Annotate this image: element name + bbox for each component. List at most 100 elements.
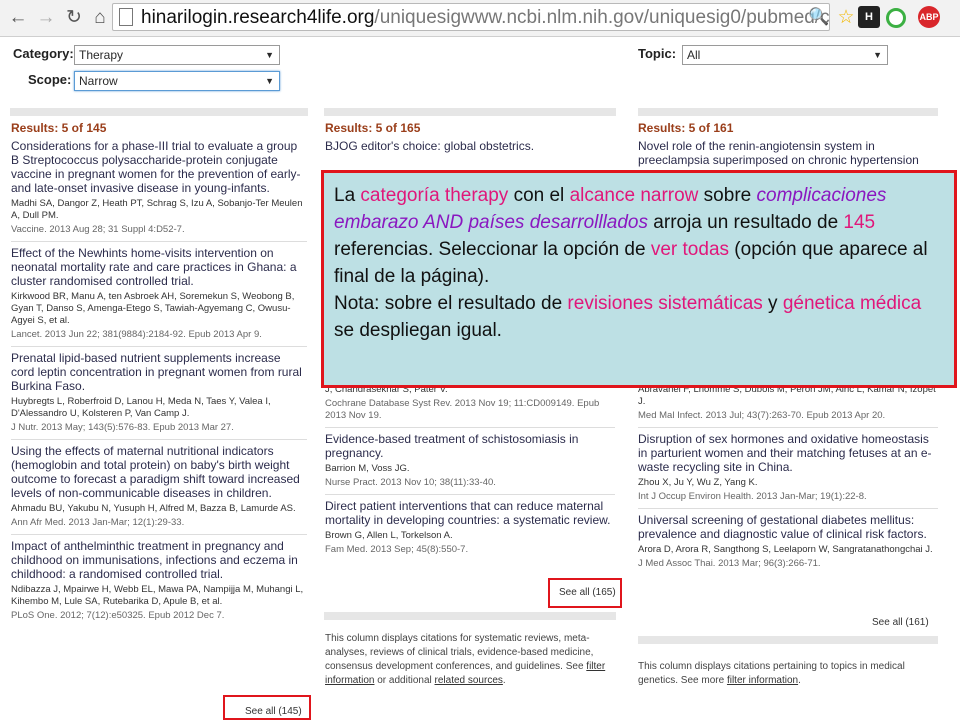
highlight-box	[223, 695, 311, 720]
citation-title[interactable]: Universal screening of gestational diabe…	[638, 513, 938, 541]
results-column-3-lower: Abravanel F, Lhomme S, Dubois M, Peron J…	[638, 384, 938, 579]
citation-authors: Barrion M, Voss JG.	[325, 463, 410, 474]
citation-title[interactable]: BJOG editor's choice: global obstetrics.	[325, 139, 615, 153]
column-description: This column displays citations for syste…	[325, 632, 615, 688]
list-item: Evidence-based treatment of schistosomia…	[325, 432, 615, 495]
results-count: Results: 5 of 145	[11, 121, 107, 135]
annotation-text: arroja un resultado de	[648, 212, 844, 233]
citation-source: Cochrane Database Syst Rev. 2013 Nov 19;…	[325, 398, 615, 428]
results-count: Results: 5 of 161	[638, 121, 734, 135]
category-label: Category:	[13, 46, 74, 61]
home-icon[interactable]: ⌂	[88, 6, 112, 30]
dropdown-arrow-icon: ▼	[873, 50, 882, 60]
category-select[interactable]: Therapy ▼	[74, 45, 280, 65]
list-item: Prenatal lipid-based nutrient supplement…	[11, 351, 307, 440]
citation-title[interactable]: Impact of anthelminthic treatment in pre…	[11, 539, 307, 581]
green-extension-icon[interactable]	[886, 8, 906, 28]
filter-information-link[interactable]: filter information	[727, 675, 798, 686]
citation-authors: Huybregts L, Roberfroid D, Lanou H, Meda…	[11, 396, 271, 419]
list-item: Disruption of sex hormones and oxidative…	[638, 432, 938, 509]
citation-source: Nurse Pract. 2013 Nov 10; 38(11):33-40.	[325, 477, 615, 495]
citation-title[interactable]: Considerations for a phase-III trial to …	[11, 139, 307, 195]
column-divider	[638, 636, 938, 644]
list-item: Universal screening of gestational diabe…	[638, 513, 938, 575]
citation-authors: Ahmadu BU, Yakubu N, Yusuph H, Alfred M,…	[11, 503, 296, 514]
citation-title[interactable]: Novel role of the renin-angiotensin syst…	[638, 139, 938, 167]
list-item: Considerations for a phase-III trial to …	[11, 139, 307, 242]
citation-source: Vaccine. 2013 Aug 28; 31 Suppl 4:D52-7.	[11, 224, 307, 242]
column-divider	[324, 612, 616, 620]
citation-authors: Ndibazza J, Mpairwe H, Webb EL, Mawa PA,…	[11, 584, 304, 607]
citation-source: J Nutr. 2013 May; 143(5):576-83. Epub 20…	[11, 422, 307, 440]
search-icon[interactable]: 🔍	[808, 7, 829, 27]
back-arrow-icon[interactable]: ←	[6, 6, 30, 30]
browser-toolbar: ← → ↻ ⌂ hinarilogin.research4life.org/un…	[0, 0, 960, 37]
annotation-highlight: 145	[843, 212, 876, 233]
related-sources-link[interactable]: related sources	[435, 675, 503, 686]
scope-value: Narrow	[79, 74, 118, 88]
category-value: Therapy	[79, 48, 124, 62]
annotation-box: La categoría therapy con el alcance narr…	[321, 170, 957, 388]
list-item: J, Chandrasekhar S, Pater V. Cochrane Da…	[325, 384, 615, 428]
h-extension-icon[interactable]: H	[858, 6, 880, 28]
page-icon	[119, 8, 133, 26]
column-description: This column displays citations pertainin…	[638, 660, 938, 688]
citation-authors: Zhou X, Ju Y, Wu Z, Yang K.	[638, 477, 758, 488]
citation-source: PLoS One. 2012; 7(12):e50325. Epub 2012 …	[11, 610, 225, 621]
forward-arrow-icon[interactable]: →	[34, 6, 58, 30]
topic-label: Topic:	[638, 46, 677, 61]
annotation-highlight: alcance narrow	[569, 185, 699, 206]
citation-source: J Med Assoc Thai. 2013 Mar; 96(3):266-71…	[638, 558, 821, 569]
results-count: Results: 5 of 165	[325, 121, 421, 135]
list-item: Novel role of the renin-angiotensin syst…	[638, 139, 938, 167]
list-item: Impact of anthelminthic treatment in pre…	[11, 539, 307, 627]
citation-authors: Kirkwood BR, Manu A, ten Asbroek AH, Sor…	[11, 291, 295, 326]
annotation-text: con el	[508, 185, 570, 206]
note-mid: or additional	[374, 675, 435, 686]
annotation-highlight: categoría therapy	[360, 185, 509, 206]
citation-title[interactable]: Evidence-based treatment of schistosomia…	[325, 432, 615, 460]
note-text: This column displays citations for syste…	[325, 633, 594, 672]
citation-title[interactable]: Disruption of sex hormones and oxidative…	[638, 432, 938, 474]
list-item: BJOG editor's choice: global obstetrics.	[325, 139, 615, 153]
citation-source: Ann Afr Med. 2013 Jan-Mar; 12(1):29-33.	[11, 517, 307, 535]
citation-title[interactable]: Prenatal lipid-based nutrient supplement…	[11, 351, 307, 393]
results-column-1: Results: 5 of 145 Considerations for a p…	[11, 122, 307, 631]
url-host: hinarilogin.research4life.org	[141, 7, 375, 28]
annotation-text: referencias. Seleccionar la opción de	[334, 239, 651, 260]
results-column-2: Results: 5 of 165 BJOG editor's choice: …	[325, 122, 615, 157]
list-item: Abravanel F, Lhomme S, Dubois M, Peron J…	[638, 384, 938, 428]
topic-value: All	[687, 48, 701, 62]
citation-title[interactable]: Effect of the Newhints home-visits inter…	[11, 246, 307, 288]
citation-source: Int J Occup Environ Health. 2013 Jan-Mar…	[638, 491, 938, 509]
citation-authors: Madhi SA, Dangor Z, Heath PT, Schrag S, …	[11, 198, 303, 221]
adblock-icon[interactable]: ABP	[918, 6, 940, 28]
citation-source: Med Mal Infect. 2013 Jul; 43(7):263-70. …	[638, 410, 938, 428]
scope-label: Scope:	[28, 72, 72, 87]
results-column-3: Results: 5 of 161 Novel role of the reni…	[638, 122, 938, 171]
topic-select[interactable]: All ▼	[682, 45, 888, 65]
column-divider	[638, 108, 938, 116]
reload-icon[interactable]: ↻	[62, 6, 86, 30]
note-end: .	[798, 675, 801, 686]
citation-title[interactable]: Using the effects of maternal nutritiona…	[11, 444, 307, 500]
dropdown-arrow-icon: ▼	[265, 76, 274, 86]
address-bar[interactable]: hinarilogin.research4life.org/uniquesigw…	[112, 3, 830, 31]
citation-source: Fam Med. 2013 Sep; 45(8):550-7.	[325, 544, 469, 555]
annotation-text: y	[762, 293, 783, 314]
citation-title[interactable]: Direct patient interventions that can re…	[325, 499, 615, 527]
bookmark-star-icon[interactable]: ☆	[834, 6, 858, 30]
list-item: Direct patient interventions that can re…	[325, 499, 615, 561]
highlight-box	[548, 578, 622, 608]
see-all-link[interactable]: See all (161)	[872, 617, 929, 628]
citation-source: Lancet. 2013 Jun 22; 381(9884):2184-92. …	[11, 329, 307, 347]
scope-select[interactable]: Narrow ▼	[74, 71, 280, 91]
list-item: Effect of the Newhints home-visits inter…	[11, 246, 307, 347]
annotation-text: La	[334, 185, 361, 206]
annotation-text: Nota: sobre el resultado de	[334, 293, 568, 314]
url-path: /uniquesigwww.ncbi.nlm.nih.gov/uniquesig…	[374, 7, 830, 28]
note-end: .	[502, 675, 506, 686]
annotation-text: se despliegan igual.	[334, 320, 502, 341]
annotation-highlight: revisiones sistemáticas	[567, 293, 763, 314]
annotation-highlight: ver todas	[650, 239, 730, 260]
